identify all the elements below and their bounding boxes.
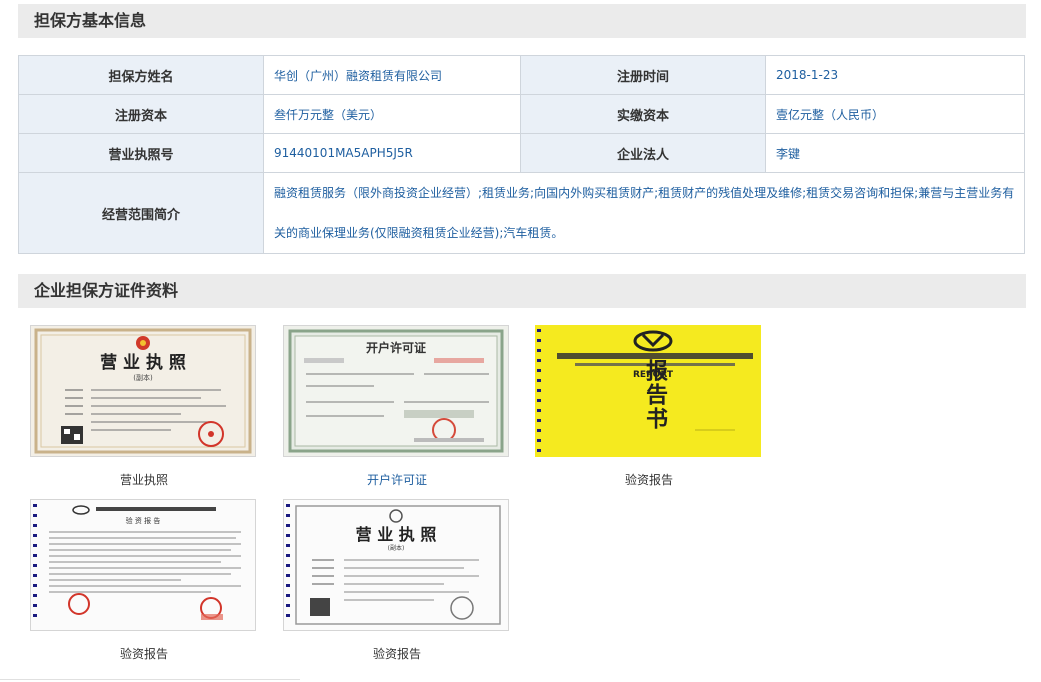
- document-capital-report-page[interactable]: 验 资 报 告 验资报告: [30, 499, 258, 662]
- document-caption: 验资报告: [119, 647, 168, 661]
- report-page-title: 验 资 报 告: [126, 516, 161, 525]
- table-row: 注册资本 叁仟万元整（美元） 实缴资本 壹亿元整（人民币）: [18, 94, 1025, 134]
- paid-capital-value: 壹亿元整（人民币）: [765, 94, 1025, 134]
- document-capital-report-license[interactable]: 营 业 执 照 (副本) 验资报告: [283, 499, 511, 662]
- license-image-title: 营 业 执 照: [100, 352, 186, 373]
- document-caption: 验资报告: [372, 647, 421, 661]
- permit-image-title: 开户许可证: [366, 340, 426, 355]
- scope-label: 经营范围简介: [18, 172, 264, 254]
- table-row: 担保方姓名 华创（广州）融资租赁有限公司 注册时间 2018-1-23: [18, 55, 1025, 95]
- document-caption: 验资报告: [624, 473, 673, 487]
- legal-person-value: 李键: [765, 133, 1025, 173]
- report-page-thumbnail[interactable]: 验 资 报 告: [30, 499, 256, 631]
- report-license-title: 营 业 执 照: [356, 525, 437, 544]
- guarantor-info-table: 担保方姓名 华创（广州）融资租赁有限公司 注册时间 2018-1-23 注册资本…: [18, 55, 1025, 254]
- paid-capital-label: 实缴资本: [520, 94, 766, 134]
- table-row: 营业执照号 91440101MA5APH5J5R 企业法人 李键: [18, 133, 1025, 173]
- business-license-thumbnail[interactable]: 营 业 执 照 (副本): [30, 325, 256, 457]
- document-caption: 营业执照: [119, 473, 168, 487]
- basic-info-section-title: 担保方基本信息: [18, 4, 1026, 38]
- report-license-subtitle: (副本): [388, 544, 405, 552]
- reg-capital-label: 注册资本: [18, 94, 264, 134]
- reg-capital-value: 叁仟万元整（美元）: [263, 94, 521, 134]
- reg-time-label: 注册时间: [520, 55, 766, 95]
- license-no-value: 91440101MA5APH5J5R: [263, 133, 521, 173]
- document-capital-report-cover[interactable]: REPORT 报告书 验资报告: [535, 325, 763, 488]
- table-row: 经营范围简介 融资租赁服务（限外商投资企业经营）;租赁业务;向国内外购买租赁财产…: [18, 172, 1025, 254]
- license-image-subtitle: (副本): [133, 373, 153, 382]
- name-label: 担保方姓名: [18, 55, 264, 95]
- legal-person-label: 企业法人: [520, 133, 766, 173]
- name-value: 华创（广州）融资租赁有限公司: [263, 55, 521, 95]
- account-permit-thumbnail[interactable]: 开户许可证: [283, 325, 509, 457]
- report-image-title: 报告书: [642, 359, 668, 431]
- document-caption[interactable]: 开户许可证: [283, 471, 511, 488]
- license-no-label: 营业执照号: [18, 133, 264, 173]
- report-license-thumbnail[interactable]: 营 业 执 照 (副本): [283, 499, 509, 631]
- document-business-license[interactable]: 营 业 执 照 (副本) 营业执照: [30, 325, 258, 488]
- reg-time-value: 2018-1-23: [765, 55, 1025, 95]
- scope-value: 融资租赁服务（限外商投资企业经营）;租赁业务;向国内外购买租赁财产;租赁财产的残…: [263, 172, 1025, 254]
- divider: [0, 679, 300, 680]
- certificates-section-title: 企业担保方证件资料: [18, 274, 1026, 308]
- document-account-permit[interactable]: 开户许可证 开户许可证: [283, 325, 511, 488]
- report-cover-thumbnail[interactable]: REPORT 报告书: [535, 325, 761, 457]
